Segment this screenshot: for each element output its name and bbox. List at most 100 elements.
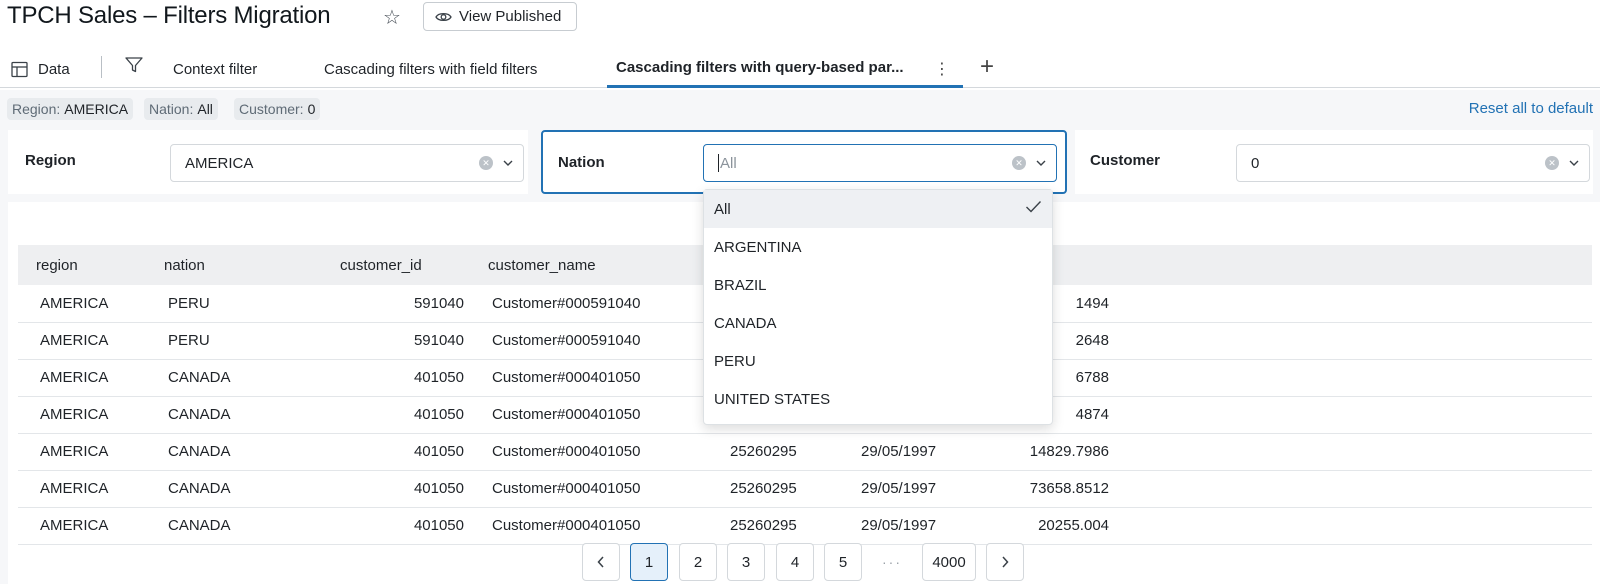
cell-region: AMERICA [40,369,109,386]
dashboard-header: TPCH Sales – Filters Migration ☆ View Pu… [0,0,1600,40]
cell-customer-id: 401050 [413,480,464,497]
tab-data-label: Data [38,60,70,78]
page-button[interactable]: 2 [679,543,717,581]
text-cursor [718,154,719,172]
view-published-button[interactable]: View Published [423,2,577,31]
column-header-region[interactable]: region [36,257,78,274]
cell-customer-name: Customer#000401050 [492,480,641,497]
cell-nation: CANADA [168,443,231,460]
cell-nation: CANADA [168,406,231,423]
cell-amount: 14829.7986 [1029,443,1109,460]
applied-filters-bar: Region: AMERICA Nation: All Customer: 0 … [0,90,1600,128]
nation-search-input[interactable]: All ✕ [703,144,1057,182]
option-label: ARGENTINA [714,238,802,256]
page-button[interactable]: 5 [824,543,862,581]
chevron-down-icon[interactable] [1036,160,1046,166]
cell-customer-id: 401050 [413,369,464,386]
cell-region: AMERICA [40,295,109,312]
pagination-ellipsis: ··· [882,554,902,570]
nation-placeholder: All [720,154,737,172]
page-button[interactable]: 4 [776,543,814,581]
dropdown-option-brazil[interactable]: BRAZIL [704,266,1052,304]
option-label: CANADA [714,314,777,332]
table-row: AMERICA CANADA 401050 Customer#000401050 252… [18,508,1592,545]
tab-cascading-query-params[interactable]: Cascading filters with query-based par..… [607,50,963,88]
cell-order-date: 29/05/1997 [861,443,937,460]
customer-value: 0 [1251,154,1260,172]
dropdown-option-united-states[interactable]: UNITED STATES [704,380,1052,418]
cell-amount: 20255.004 [1038,517,1109,534]
page-tabs: Data Context filter Cascading filters wi… [0,50,1600,88]
chip-key: Customer: [239,101,304,117]
region-select[interactable]: AMERICA ✕ [170,144,524,182]
dropdown-option-peru[interactable]: PERU [704,342,1052,380]
cell-nation: CANADA [168,517,231,534]
chip-value: 0 [307,101,316,117]
cell-order-id: 25260295 [730,517,797,534]
chip-customer[interactable]: Customer: 0 [234,98,321,120]
cell-customer-id: 591040 [413,332,464,349]
clear-icon[interactable]: ✕ [1545,156,1559,170]
cell-customer-id: 401050 [413,443,464,460]
filter-row: Region AMERICA ✕ Nation All ✕ Customer 0… [0,128,1600,196]
check-icon [1025,200,1042,213]
clear-icon[interactable]: ✕ [1012,156,1026,170]
add-tab-icon[interactable]: + [980,53,994,81]
cell-nation: CANADA [168,480,231,497]
star-icon[interactable]: ☆ [383,5,401,30]
filter-icon [124,55,144,75]
option-label: UNITED STATES [714,390,831,408]
cell-nation: PERU [168,295,210,312]
cell-customer-id: 401050 [413,517,464,534]
dropdown-option-argentina[interactable]: ARGENTINA [704,228,1052,266]
tab-context-filter[interactable]: Context filter [173,50,257,88]
filter-customer: Customer 0 ✕ [1075,130,1593,194]
reset-all-link[interactable]: Reset all to default [1469,100,1593,117]
dropdown-option-all[interactable]: All [704,190,1052,228]
customer-label: Customer [1090,152,1161,169]
table-icon [11,61,28,78]
last-page-button[interactable]: 4000 [922,543,976,581]
cell-order-id: 25260295 [730,443,797,460]
customer-select[interactable]: 0 ✕ [1236,144,1590,182]
option-label: PERU [714,352,756,370]
cell-customer-id: 591040 [413,295,464,312]
nation-label: Nation [558,154,605,171]
cell-customer-name: Customer#000401050 [492,517,641,534]
cell-region: AMERICA [40,332,109,349]
column-header-customer-name[interactable]: customer_name [488,257,596,274]
dropdown-option-canada[interactable]: CANADA [704,304,1052,342]
filter-nation: Nation All ✕ [541,130,1067,194]
tab-cascading-field-filters[interactable]: Cascading filters with field filters [324,50,537,88]
eye-icon [435,11,452,23]
column-header-nation[interactable]: nation [164,257,205,274]
tab-data[interactable]: Data [11,50,70,88]
prev-page-button[interactable] [582,543,620,581]
cell-customer-name: Customer#000401050 [492,406,641,423]
chip-value: All [197,101,213,117]
column-header-customer-id[interactable]: customer_id [340,257,422,274]
region-label: Region [25,152,76,169]
clear-icon[interactable]: ✕ [479,156,493,170]
chip-value: AMERICA [64,101,129,117]
table-row: AMERICA CANADA 401050 Customer#000401050 252… [18,471,1592,508]
cell-region: AMERICA [40,443,109,460]
option-label: BRAZIL [714,276,767,294]
option-label: All [714,200,731,218]
region-value: AMERICA [185,154,254,172]
cell-nation: PERU [168,332,210,349]
nation-dropdown-menu: All ARGENTINA BRAZIL CANADA PERU UNITED … [703,189,1053,425]
chip-nation[interactable]: Nation: All [144,98,218,120]
chevron-down-icon[interactable] [1569,160,1579,166]
cell-order-date: 29/05/1997 [861,480,937,497]
page-button[interactable]: 3 [727,543,765,581]
kebab-menu-icon[interactable]: ⋮ [934,59,950,79]
cell-region: AMERICA [40,517,109,534]
chip-region[interactable]: Region: AMERICA [7,98,134,120]
cell-customer-name: Customer#000401050 [492,443,641,460]
dashboard-title: TPCH Sales – Filters Migration [7,2,331,29]
page-button[interactable]: 1 [630,543,668,581]
chevron-down-icon[interactable] [503,160,513,166]
view-published-label: View Published [459,8,562,25]
next-page-button[interactable] [986,543,1024,581]
